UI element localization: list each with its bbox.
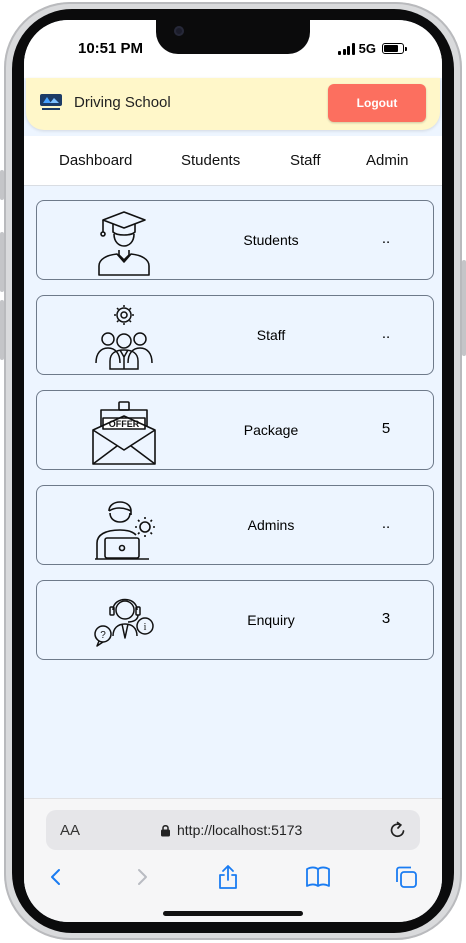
staff-group-icon [95, 305, 153, 370]
support-agent-icon: ? i [94, 598, 154, 647]
battery-icon [382, 43, 407, 54]
status-time: 10:51 PM [78, 40, 144, 57]
card-label: Enquiry [247, 612, 295, 628]
driving-school-logo-icon [40, 94, 62, 110]
nav-admin[interactable]: Admin [366, 152, 409, 169]
card-label: Students [243, 232, 299, 248]
card-label: Package [243, 422, 299, 438]
graduate-icon [98, 211, 150, 276]
card-count: .. [381, 515, 391, 532]
svg-text:i: i [144, 622, 147, 633]
text-size-button[interactable]: AA [60, 822, 80, 839]
signal-icon [338, 42, 355, 55]
lock-icon [161, 824, 170, 836]
status-indicators: 5G [338, 41, 407, 56]
nav-dashboard[interactable]: Dashboard [59, 152, 132, 169]
main-nav: Dashboard Students Staff Admin [24, 136, 442, 186]
card-staff[interactable]: Staff .. [36, 295, 434, 375]
back-icon[interactable] [42, 863, 70, 891]
power-button [462, 260, 466, 356]
brand-name: Driving School [74, 94, 171, 111]
phone-screen: 10:51 PM 5G Driving School Logout Dashbo… [24, 20, 442, 922]
admin-laptop-icon [95, 501, 155, 560]
forward-icon[interactable] [128, 863, 156, 891]
network-label: 5G [358, 41, 376, 56]
card-students[interactable]: Students .. [36, 200, 434, 280]
notch [156, 20, 310, 54]
url-text: http://localhost:5173 [177, 822, 303, 838]
card-enquiry[interactable]: ? i Enquiry 3 [36, 580, 434, 660]
reload-icon[interactable] [388, 820, 408, 840]
svg-text:?: ? [100, 630, 106, 641]
home-indicator [163, 911, 303, 916]
bookmarks-icon[interactable] [304, 863, 332, 891]
offer-envelope-icon: OFFER [92, 401, 156, 465]
tabs-icon[interactable] [392, 863, 420, 891]
card-label: Admins [247, 517, 295, 533]
card-count: .. [381, 325, 391, 342]
card-count: .. [381, 230, 391, 247]
card-admins[interactable]: Admins .. [36, 485, 434, 565]
card-label: Staff [256, 327, 286, 343]
nav-staff[interactable]: Staff [290, 152, 321, 169]
card-count: 3 [381, 610, 391, 627]
logout-button[interactable]: Logout [328, 84, 426, 122]
safari-toolbar: AA http://localhost:5173 [24, 798, 442, 922]
share-icon[interactable] [214, 863, 242, 891]
camera-icon [174, 26, 184, 36]
dashboard-cards: Students .. Staff .. OFFER Package 5 Adm… [36, 200, 434, 675]
card-package[interactable]: OFFER Package 5 [36, 390, 434, 470]
url-display[interactable]: http://localhost:5173 [160, 822, 302, 838]
card-count: 5 [381, 420, 391, 437]
app-header: Driving School Logout [26, 78, 440, 130]
nav-students[interactable]: Students [181, 152, 240, 169]
address-bar[interactable]: AA http://localhost:5173 [46, 810, 420, 850]
